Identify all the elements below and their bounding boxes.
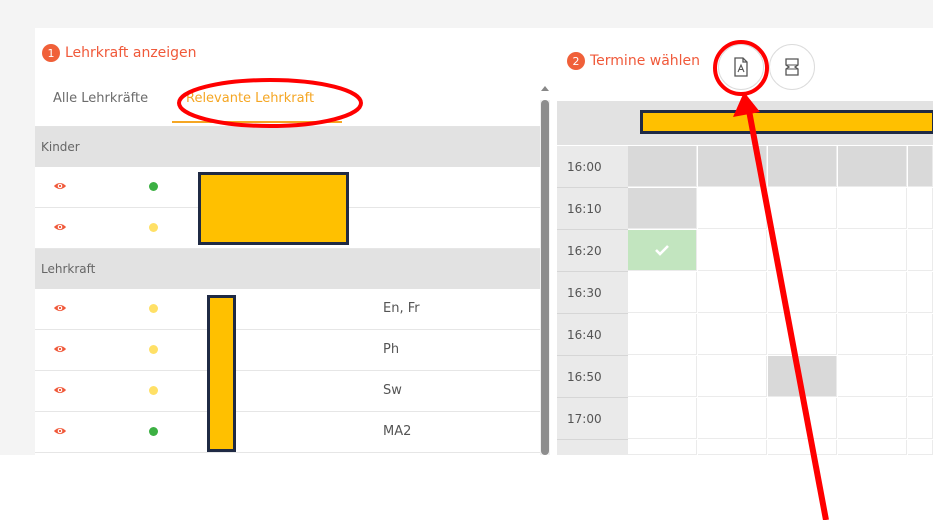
teacher-panel-title: 1 Lehrkraft anzeigen: [42, 44, 197, 62]
status-dot-yellow: [149, 304, 158, 313]
time-label: 16:20: [557, 230, 628, 272]
eye-icon[interactable]: [53, 301, 67, 315]
time-slot-busy: [628, 146, 697, 187]
time-label: 16:10: [557, 188, 628, 230]
tab-relevant-teacher[interactable]: Relevante Lehrkraft: [186, 91, 314, 106]
time-slot[interactable]: [768, 272, 837, 313]
time-slot[interactable]: [838, 188, 907, 229]
status-dot-green: [149, 427, 158, 436]
time-slot[interactable]: [628, 356, 697, 397]
time-slot-busy: [628, 188, 697, 229]
time-slot[interactable]: [838, 314, 907, 355]
table-row[interactable]: MA2: [35, 412, 540, 453]
eye-icon[interactable]: [53, 383, 67, 397]
time-slot[interactable]: [908, 398, 933, 439]
pdf-export-button[interactable]: [718, 44, 764, 90]
time-slot[interactable]: [768, 188, 837, 229]
layout-icon: [785, 58, 799, 76]
time-slot[interactable]: [908, 440, 933, 455]
time-label: 16:00: [557, 146, 628, 188]
app-window: 1 Lehrkraft anzeigen Alle Lehrkräfte Rel…: [35, 28, 933, 455]
group-header-lehrkraft: Lehrkraft: [35, 249, 540, 289]
group-header-kinder: Kinder: [35, 127, 540, 167]
tab-all-teachers[interactable]: Alle Lehrkräfte: [53, 91, 148, 106]
subject-label: Ph: [383, 342, 400, 357]
eye-icon[interactable]: [53, 424, 67, 438]
active-tab-indicator: [172, 121, 342, 123]
time-slot[interactable]: [698, 440, 767, 455]
redacted-name-block: [198, 172, 349, 245]
group-label: Kinder: [41, 140, 80, 154]
time-slot[interactable]: [628, 314, 697, 355]
time-slot[interactable]: [768, 398, 837, 439]
time-label: 16:30: [557, 272, 628, 314]
time-slot-busy: [908, 146, 933, 187]
status-dot-yellow: [149, 386, 158, 395]
time-slot[interactable]: [838, 356, 907, 397]
table-row[interactable]: Ph: [35, 330, 540, 371]
table-row[interactable]: Sw: [35, 371, 540, 412]
redacted-header-block: [640, 110, 933, 134]
screenshot: 1 Lehrkraft anzeigen Alle Lehrkräfte Rel…: [0, 0, 933, 455]
scroll-up-arrow[interactable]: [541, 86, 549, 91]
time-slot[interactable]: [698, 230, 767, 271]
time-label-partial: [557, 440, 628, 455]
appointment-panel-title-text: Termine wählen: [590, 53, 701, 69]
time-slot[interactable]: [908, 272, 933, 313]
time-slot-busy: [838, 146, 907, 187]
time-slot[interactable]: [838, 398, 907, 439]
table-row[interactable]: En, Fr: [35, 289, 540, 330]
time-slot[interactable]: [768, 440, 837, 455]
time-slot[interactable]: [908, 230, 933, 271]
time-slot[interactable]: [628, 398, 697, 439]
scrollbar[interactable]: [540, 100, 550, 455]
time-slot[interactable]: [698, 272, 767, 313]
status-dot-green: [149, 182, 158, 191]
time-slot[interactable]: [628, 440, 697, 455]
layout-toggle-button[interactable]: [769, 44, 815, 90]
time-slot-busy: [768, 356, 837, 397]
time-slot[interactable]: [698, 356, 767, 397]
subject-label: MA2: [383, 424, 412, 439]
time-label: 16:40: [557, 314, 628, 356]
time-slot[interactable]: [698, 398, 767, 439]
time-slot-booked[interactable]: [628, 230, 697, 271]
redacted-name-block: [207, 295, 236, 452]
time-slot[interactable]: [908, 188, 933, 229]
group-label: Lehrkraft: [41, 262, 96, 276]
subject-label: Sw: [383, 383, 402, 398]
time-slot[interactable]: [838, 440, 907, 455]
status-dot-yellow: [149, 223, 158, 232]
eye-icon[interactable]: [53, 342, 67, 356]
time-slot[interactable]: [908, 356, 933, 397]
time-slot[interactable]: [698, 314, 767, 355]
subject-label: En, Fr: [383, 301, 420, 316]
teacher-panel-title-text: Lehrkraft anzeigen: [65, 45, 197, 61]
time-slot[interactable]: [628, 272, 697, 313]
time-label: 17:00: [557, 398, 628, 440]
time-slot-busy: [698, 146, 767, 187]
time-slot[interactable]: [838, 230, 907, 271]
status-dot-yellow: [149, 345, 158, 354]
appointment-panel-title: 2 Termine wählen: [567, 52, 700, 70]
pdf-icon: [734, 57, 748, 77]
time-slot[interactable]: [908, 314, 933, 355]
time-slot[interactable]: [698, 188, 767, 229]
scrollbar-thumb[interactable]: [541, 100, 549, 455]
eye-icon[interactable]: [53, 179, 67, 193]
time-label: 16:50: [557, 356, 628, 398]
checkmark-icon: [655, 245, 669, 256]
eye-icon[interactable]: [53, 220, 67, 234]
time-slot[interactable]: [838, 272, 907, 313]
time-slot-busy: [768, 146, 837, 187]
step-badge-1: 1: [42, 44, 60, 62]
step-badge-2: 2: [567, 52, 585, 70]
time-slot[interactable]: [768, 230, 837, 271]
time-slot[interactable]: [768, 314, 837, 355]
